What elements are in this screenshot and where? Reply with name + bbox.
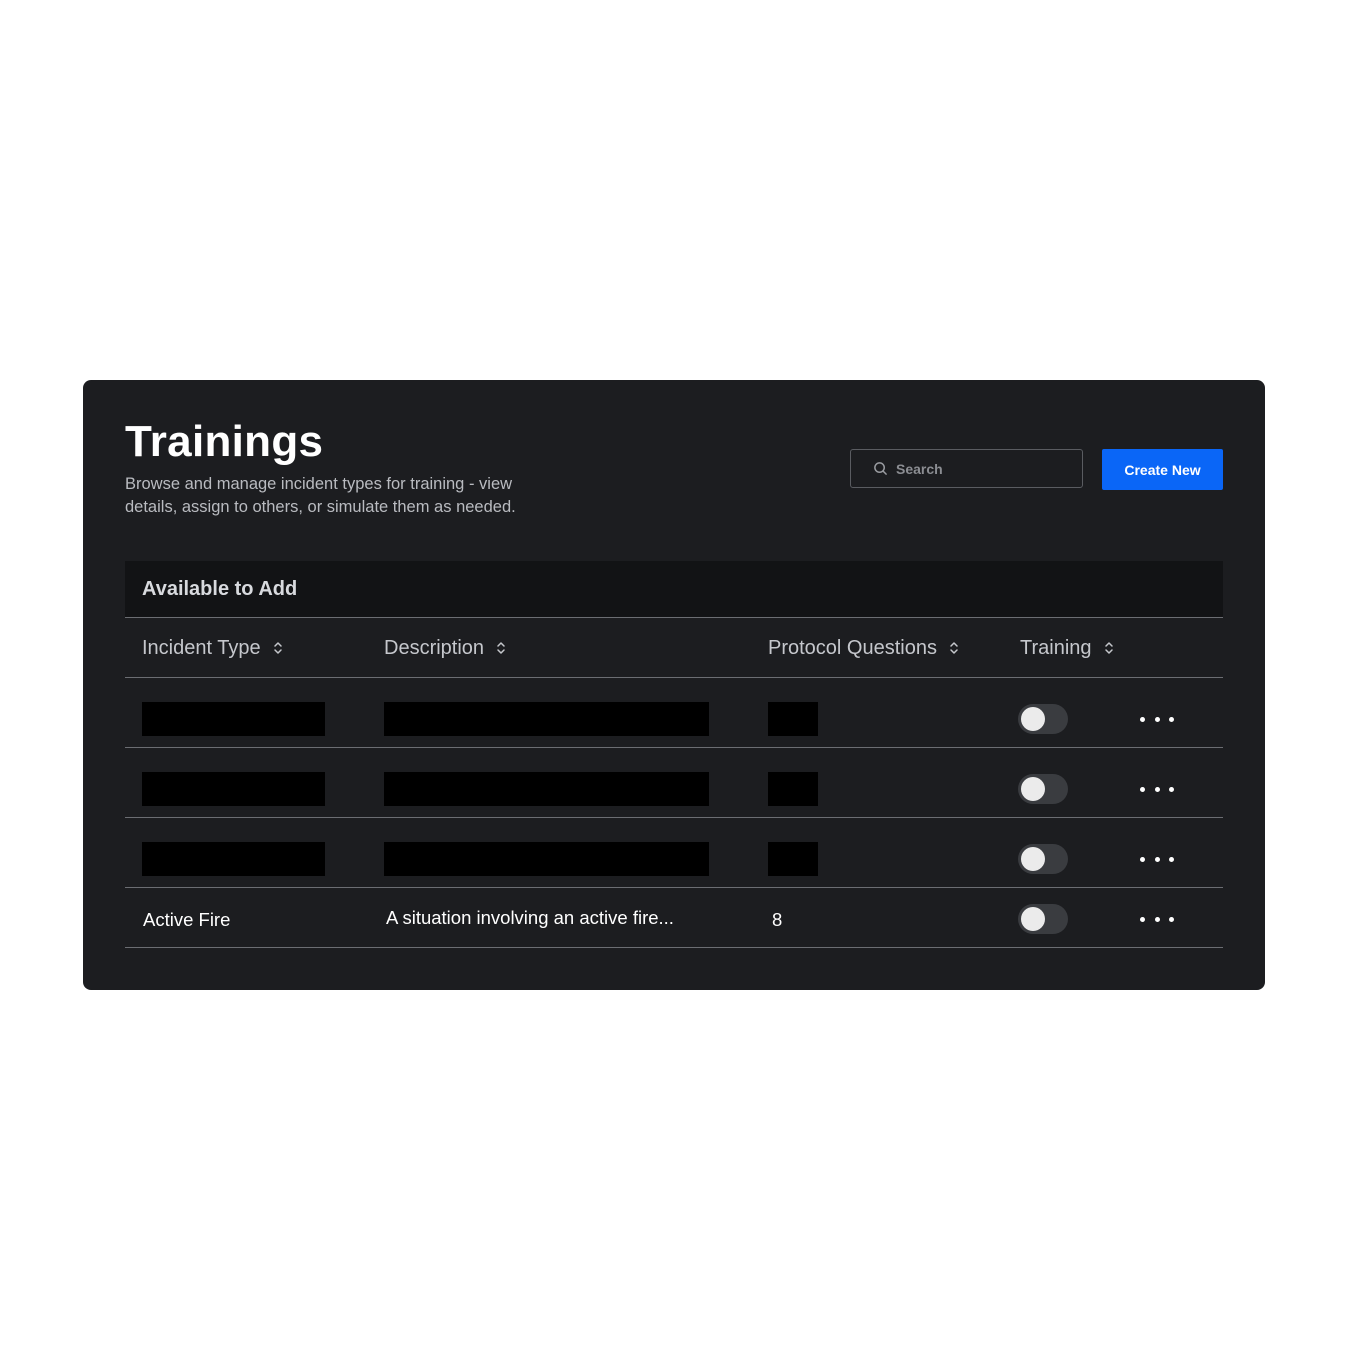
redacted-protocol-questions: [768, 772, 818, 806]
search-icon: [874, 462, 887, 475]
create-new-button[interactable]: Create New: [1102, 449, 1223, 490]
column-header-label: Description: [384, 636, 485, 659]
more-options-icon[interactable]: [1140, 779, 1174, 799]
redacted-description: [384, 842, 709, 876]
sort-icon[interactable]: [496, 641, 506, 655]
section-title: Available to Add: [142, 578, 298, 600]
training-toggle[interactable]: [1018, 844, 1068, 874]
toggle-knob: [1021, 907, 1045, 931]
incident-type-cell: Active Fire: [143, 909, 231, 930]
description-cell: A situation involving an active fire...: [386, 907, 674, 928]
training-toggle[interactable]: [1018, 774, 1068, 804]
sort-icon[interactable]: [1104, 641, 1114, 655]
column-header-protocol-questions[interactable]: Protocol Questions: [768, 618, 959, 678]
table-row[interactable]: [125, 748, 1223, 818]
section-header: Available to Add: [125, 561, 1223, 618]
sort-icon[interactable]: [273, 641, 283, 655]
page-title: Trainings: [125, 417, 324, 466]
redacted-incident-type: [142, 842, 325, 876]
trainings-panel: Trainings Browse and manage incident typ…: [83, 380, 1265, 990]
redacted-incident-type: [142, 702, 325, 736]
protocol-questions-cell: 8: [772, 909, 783, 930]
column-header-description[interactable]: Description: [384, 618, 506, 678]
redacted-protocol-questions: [768, 702, 818, 736]
training-toggle[interactable]: [1018, 904, 1068, 934]
table-row[interactable]: Active Fire A situation involving an act…: [125, 888, 1223, 948]
training-toggle[interactable]: [1018, 704, 1068, 734]
table-header: Incident Type Description Protocol Quest…: [125, 618, 1223, 678]
column-header-incident-type[interactable]: Incident Type: [142, 618, 283, 678]
search-input[interactable]: [896, 460, 1066, 477]
redacted-protocol-questions: [768, 842, 818, 876]
toggle-knob: [1021, 847, 1045, 871]
page-subtitle: Browse and manage incident types for tra…: [125, 475, 516, 516]
more-options-icon[interactable]: [1140, 909, 1174, 929]
search-box[interactable]: [850, 449, 1083, 488]
sort-icon[interactable]: [949, 641, 959, 655]
column-header-label: Incident Type: [142, 636, 261, 659]
more-options-icon[interactable]: [1140, 709, 1174, 729]
redacted-incident-type: [142, 772, 325, 806]
redacted-description: [384, 702, 709, 736]
column-header-label: Training: [1020, 636, 1092, 659]
table-row[interactable]: [125, 678, 1223, 748]
toggle-knob: [1021, 707, 1045, 731]
column-header-label: Protocol Questions: [768, 636, 937, 659]
table-row[interactable]: [125, 818, 1223, 888]
more-options-icon[interactable]: [1140, 849, 1174, 869]
column-header-training[interactable]: Training: [1020, 618, 1114, 678]
toggle-knob: [1021, 777, 1045, 801]
redacted-description: [384, 772, 709, 806]
